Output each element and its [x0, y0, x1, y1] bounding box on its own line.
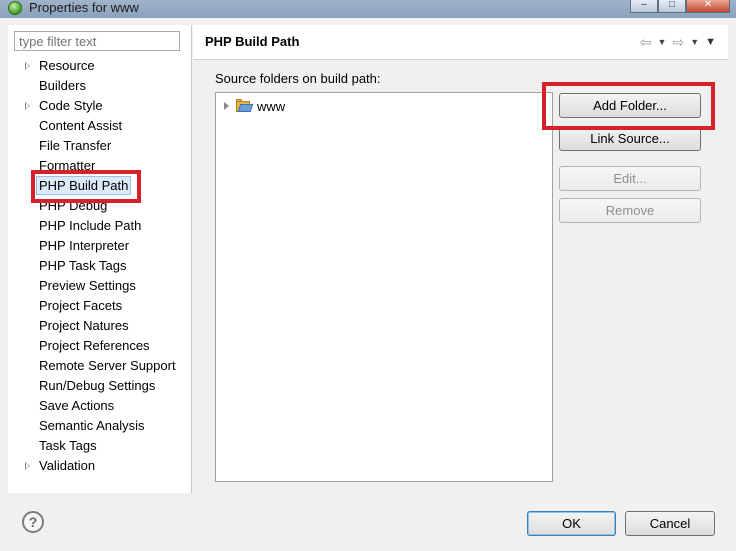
filter-input[interactable] [14, 31, 180, 51]
properties-sidebar: Resource Builders Code Style Content Assist… [8, 25, 192, 493]
cancel-button[interactable]: Cancel [625, 511, 715, 536]
folder-icon [236, 99, 254, 112]
page-header: PHP Build Path ⇦ ▼ ⇨ ▼ ▼ [193, 25, 728, 60]
sidebar-item-label: PHP Interpreter [39, 238, 130, 253]
property-page-tree: Resource Builders Code Style Content Assist… [8, 56, 192, 476]
expand-icon[interactable] [25, 102, 30, 110]
sidebar-item[interactable]: Validation [8, 456, 192, 476]
sidebar-item-label: Project References [39, 338, 150, 353]
sidebar-item-label: Project Natures [39, 318, 129, 333]
window-title: Properties for www [29, 0, 139, 15]
remove-button[interactable]: Remove [559, 198, 701, 223]
sidebar-item-label: Project Facets [39, 298, 123, 313]
sidebar-item[interactable]: Remote Server Support [8, 356, 192, 376]
sidebar-item[interactable]: Project References [8, 336, 192, 356]
sidebar-item[interactable]: PHP Task Tags [8, 256, 192, 276]
expand-icon[interactable] [25, 462, 30, 470]
page-title: PHP Build Path [205, 34, 300, 49]
sidebar-item-label: Content Assist [39, 118, 123, 133]
folder-name: www [257, 98, 286, 114]
page-navigation: ⇦ ▼ ⇨ ▼ ▼ [640, 34, 716, 50]
sidebar-item[interactable]: File Transfer [8, 136, 192, 156]
eclipse-app-icon [8, 1, 22, 15]
sidebar-item-label: Semantic Analysis [39, 418, 145, 433]
view-menu-icon[interactable]: ▼ [705, 34, 716, 50]
expand-icon[interactable] [25, 62, 30, 70]
sidebar-item-label: Task Tags [39, 438, 97, 453]
sidebar-item-label: PHP Include Path [39, 218, 142, 233]
sidebar-item[interactable]: Preview Settings [8, 276, 192, 296]
sidebar-item-label: PHP Task Tags [39, 258, 127, 273]
minimize-button[interactable]: ‒ [630, 0, 658, 13]
sidebar-item-label: Remote Server Support [39, 358, 176, 373]
help-icon[interactable]: ? [22, 511, 44, 533]
edit-button[interactable]: Edit... [559, 166, 701, 191]
sidebar-item[interactable]: Save Actions [8, 396, 192, 416]
window-title-bar: Properties for www ‒ □ ✕ [0, 0, 736, 18]
sidebar-item[interactable]: Builders [8, 76, 192, 96]
sidebar-item[interactable]: Code Style [8, 96, 192, 116]
sidebar-item[interactable]: Semantic Analysis [8, 416, 192, 436]
maximize-button[interactable]: □ [658, 0, 686, 13]
property-page: PHP Build Path ⇦ ▼ ⇨ ▼ ▼ Source folders … [193, 25, 736, 493]
back-arrow-icon[interactable]: ⇦ [640, 34, 652, 50]
source-folders-label: Source folders on build path: [215, 71, 381, 86]
sidebar-item-label: Preview Settings [39, 278, 136, 293]
sidebar-item-label: Run/Debug Settings [39, 378, 156, 393]
highlight-box-add-folder [542, 82, 715, 130]
sidebar-item[interactable]: Project Natures [8, 316, 192, 336]
sidebar-item[interactable]: Task Tags [8, 436, 192, 456]
sidebar-item[interactable]: Run/Debug Settings [8, 376, 192, 396]
ok-button[interactable]: OK [527, 511, 616, 536]
window-controls: ‒ □ ✕ [630, 0, 730, 13]
forward-arrow-icon[interactable]: ⇨ [672, 34, 684, 50]
sidebar-item[interactable]: PHP Include Path [8, 216, 192, 236]
close-button[interactable]: ✕ [686, 0, 730, 13]
back-dropdown-icon[interactable]: ▼ [658, 34, 667, 50]
source-folders-tree[interactable]: www [215, 92, 553, 482]
expand-icon[interactable] [224, 102, 229, 110]
sidebar-item-label: Builders [39, 78, 86, 93]
sidebar-item-label: File Transfer [39, 138, 112, 153]
sidebar-item-label: Code Style [39, 98, 103, 113]
sidebar-item-label: Validation [39, 458, 96, 473]
highlight-box-build-path [31, 170, 141, 203]
forward-dropdown-icon[interactable]: ▼ [690, 34, 699, 50]
sidebar-item-label: Resource [39, 58, 95, 73]
sidebar-item[interactable]: Resource [8, 56, 192, 76]
sidebar-item[interactable]: Project Facets [8, 296, 192, 316]
sidebar-item[interactable]: PHP Interpreter [8, 236, 192, 256]
sidebar-item[interactable]: Content Assist [8, 116, 192, 136]
sidebar-item-label: Save Actions [39, 398, 115, 413]
tree-item-www[interactable]: www [224, 97, 285, 115]
